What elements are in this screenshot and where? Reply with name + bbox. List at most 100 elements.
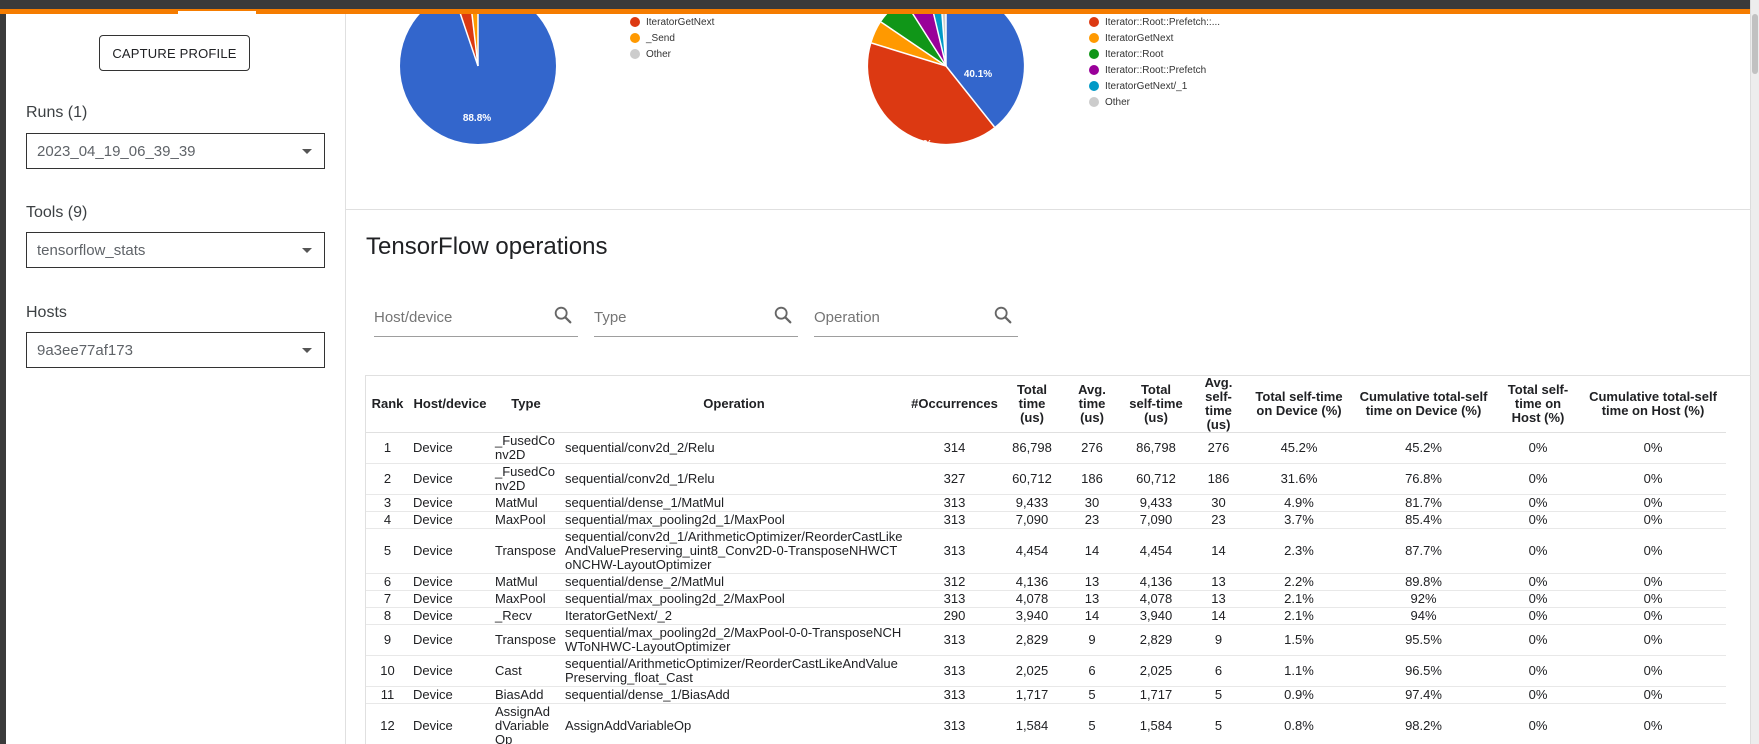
col-header[interactable]: Type [491,376,561,433]
table-row[interactable]: 11 Device BiasAdd sequential/dense_1/BiasAd… [366,686,1726,704]
col-header[interactable]: Total time (us) [1002,376,1062,433]
hosts-select[interactable]: 9a3ee77af173 [26,332,325,368]
total-self-time-cell: 7,090 [1122,511,1190,529]
runs-select[interactable]: 2023_04_19_06_39_39 [26,133,325,169]
total-self-time-cell: 1,584 [1122,703,1190,744]
device-cumulative-pct-cell: 96.5% [1351,655,1496,687]
table-row[interactable]: 6 Device MatMul sequential/dense_2/MatMul 31… [366,573,1726,591]
host-device-cell: Device [409,494,491,512]
device-self-time-pct-cell: 45.2% [1247,432,1351,464]
col-header[interactable]: Cumulative total-self time on Device (%) [1351,376,1496,433]
table-row[interactable]: 4 Device MaxPool sequential/max_pooling2d_1… [366,511,1726,529]
legend-item: IteratorGetNext/_1 [1089,78,1220,94]
operation-cell: IteratorGetNext/_2 [561,607,907,625]
scrollbar-thumb[interactable] [1752,14,1758,74]
occurrences-cell: 290 [907,607,1002,625]
type-cell: BiasAdd [491,686,561,704]
table-row[interactable]: 7 Device MaxPool sequential/max_pooling2d_2… [366,590,1726,608]
operation-cell: sequential/max_pooling2d_2/MaxPool [561,590,907,608]
host-self-time-pct-cell: 0% [1496,655,1580,687]
total-time-cell: 7,090 [1002,511,1062,529]
total-self-time-cell: 4,078 [1122,590,1190,608]
type-cell: Cast [491,655,561,687]
type-cell: MaxPool [491,511,561,529]
total-time-cell: 4,454 [1002,528,1062,574]
type-cell: _FusedConv2D [491,463,561,495]
top-app-bar [0,0,1759,14]
host-cumulative-pct-cell: 0% [1580,686,1726,704]
right-pie-label-blue: 40.1% [964,69,992,80]
legend-item: IteratorGetNext [1089,30,1220,46]
runs-select-value: 2023_04_19_06_39_39 [37,142,196,160]
total-time-cell: 3,940 [1002,607,1062,625]
col-header[interactable]: Total self-time on Device (%) [1247,376,1351,433]
legend-dot [630,17,640,27]
table-row[interactable]: 3 Device MatMul sequential/dense_1/MatMul 31… [366,494,1726,512]
device-cumulative-pct-cell: 97.4% [1351,686,1496,704]
rank-cell: 5 [366,528,409,574]
avg-self-time-cell: 6 [1190,655,1247,687]
operation-cell: sequential/max_pooling2d_1/MaxPool [561,511,907,529]
occurrences-cell: 327 [907,463,1002,495]
operation-cell: sequential/dense_2/MatMul [561,573,907,591]
col-header[interactable]: Total self-time (us) [1122,376,1190,433]
left-pie-label: 88.8% [463,113,491,124]
device-self-time-pct-cell: 0.9% [1247,686,1351,704]
pie-charts-area: 88.8% IteratorGetNext _Send Other 40.1% … [346,14,1751,210]
device-cumulative-pct-cell: 94% [1351,607,1496,625]
host-cumulative-pct-cell: 0% [1580,607,1726,625]
table-row[interactable]: 2 Device _FusedConv2D sequential/conv2d_1/R… [366,463,1726,495]
host-self-time-pct-cell: 0% [1496,511,1580,529]
capture-profile-button[interactable]: CAPTURE PROFILE [99,35,250,71]
search-icon[interactable] [772,304,794,326]
host-cumulative-pct-cell: 0% [1580,511,1726,529]
col-header[interactable]: Rank [366,376,409,433]
type-filter-input[interactable] [594,302,754,332]
total-self-time-cell: 86,798 [1122,432,1190,464]
total-time-cell: 86,798 [1002,432,1062,464]
avg-self-time-cell: 14 [1190,528,1247,574]
search-icon[interactable] [992,304,1014,326]
table-row[interactable]: 1 Device _FusedConv2D sequential/conv2d_2/R… [366,432,1726,464]
legend-dot [630,49,640,59]
col-header[interactable]: Cumulative total-self time on Host (%) [1580,376,1726,433]
operation-cell: sequential/dense_1/BiasAdd [561,686,907,704]
right-pie-chart: 40.1% 36.6% [868,14,1024,150]
host-self-time-pct-cell: 0% [1496,703,1580,744]
col-header[interactable]: Total self-time on Host (%) [1496,376,1580,433]
table-row[interactable]: 10 Device Cast sequential/ArithmeticOptimiz… [366,655,1726,687]
col-header[interactable]: Operation [561,376,907,433]
host-device-filter-input[interactable] [374,302,534,332]
device-cumulative-pct-cell: 76.8% [1351,463,1496,495]
host-device-cell: Device [409,528,491,574]
col-header[interactable]: Avg. time (us) [1062,376,1122,433]
occurrences-cell: 313 [907,703,1002,744]
avg-self-time-cell: 13 [1190,573,1247,591]
col-header[interactable]: #Occurrences [907,376,1002,433]
col-header[interactable]: Host/device [409,376,491,433]
avg-self-time-cell: 23 [1190,511,1247,529]
device-cumulative-pct-cell: 85.4% [1351,511,1496,529]
avg-time-cell: 14 [1062,607,1122,625]
occurrences-cell: 313 [907,494,1002,512]
table-row[interactable]: 5 Device Transpose sequential/conv2d_1/Arit… [366,528,1726,574]
table-row[interactable]: 12 Device AssignAddVariableOp AssignAddVari… [366,703,1726,744]
device-cumulative-pct-cell: 92% [1351,590,1496,608]
hosts-label: Hosts [26,304,67,321]
legend-dot [1089,49,1099,59]
tools-select[interactable]: tensorflow_stats [26,232,325,268]
device-self-time-pct-cell: 3.7% [1247,511,1351,529]
avg-self-time-cell: 13 [1190,590,1247,608]
search-icon[interactable] [552,304,574,326]
type-cell: Transpose [491,624,561,656]
operation-filter-input[interactable] [814,302,974,332]
host-self-time-pct-cell: 0% [1496,494,1580,512]
legend-label: Other [1105,96,1131,108]
legend-item: _Send [630,30,714,46]
table-row[interactable]: 8 Device _Recv IteratorGetNext/_2 290 3,940 14… [366,607,1726,625]
table-row[interactable]: 9 Device Transpose sequential/max_pooling2d… [366,624,1726,656]
occurrences-cell: 313 [907,624,1002,656]
page-scrollbar[interactable] [1750,0,1759,744]
host-cumulative-pct-cell: 0% [1580,494,1726,512]
col-header[interactable]: Avg. self-time (us) [1190,376,1247,433]
